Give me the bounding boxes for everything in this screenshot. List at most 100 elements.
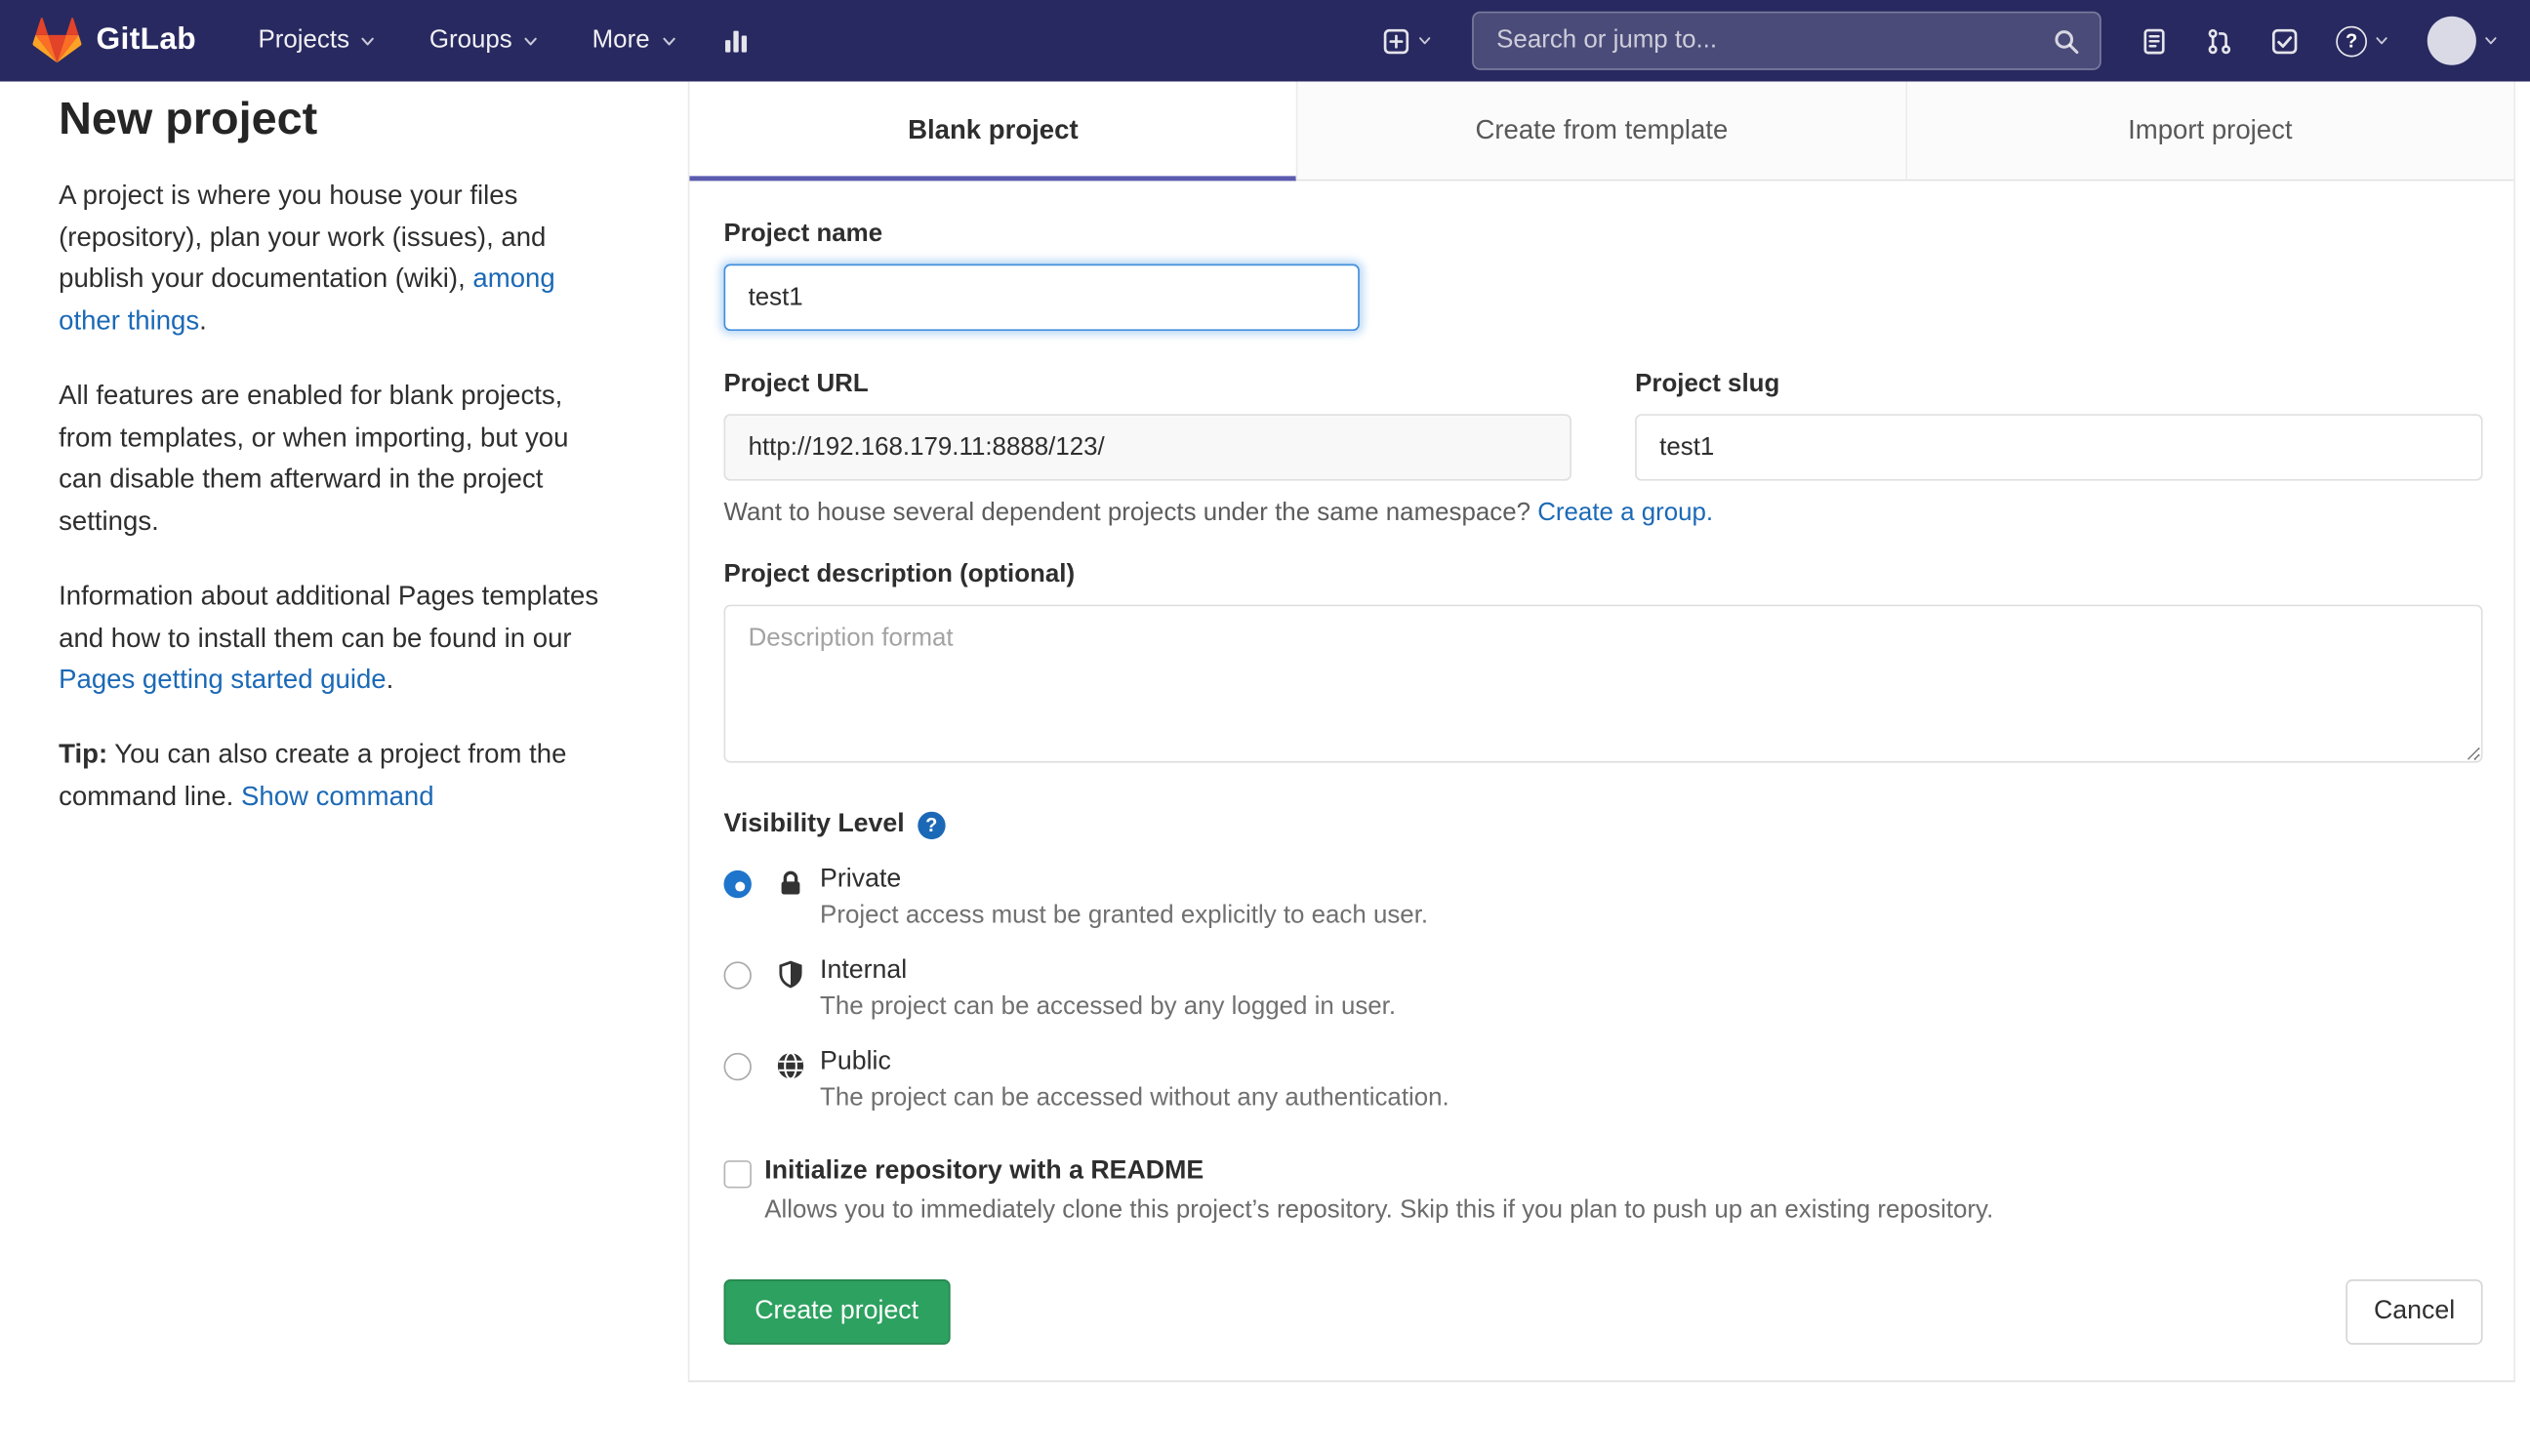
todo-check-icon [2270, 27, 2298, 55]
intro-p3-end: . [386, 665, 394, 696]
project-type-tabs: Blank project Create from template Impor… [689, 81, 2514, 182]
avatar [2427, 16, 2476, 65]
bar-chart-icon [721, 27, 749, 55]
navbar-right: ? [1371, 7, 2514, 75]
visibility-level-label: Visibility Level [723, 810, 905, 838]
analytics-button[interactable] [710, 18, 760, 64]
help-menu-button[interactable]: ? [2325, 16, 2401, 66]
nav-groups[interactable]: Groups [410, 15, 559, 66]
visibility-option-public: Public The project can be accessed witho… [723, 1048, 2483, 1113]
project-slug-label: Project slug [1635, 370, 1780, 398]
namespace-hint-text: Want to house several dependent projects… [723, 499, 1538, 527]
radio-public[interactable] [723, 1052, 752, 1081]
main-content: New project A project is where you house… [0, 81, 2530, 1383]
search-box[interactable] [1472, 11, 2102, 70]
tab-import-project-label: Import project [2128, 114, 2293, 144]
readme-description: Allows you to immediately clone this pro… [764, 1195, 1994, 1225]
create-a-group-link[interactable]: Create a group. [1537, 499, 1713, 526]
todos-button[interactable] [2260, 18, 2310, 64]
nav-more-label: More [592, 25, 650, 55]
project-url-label: Project URL [723, 370, 869, 398]
readme-checkbox[interactable] [723, 1160, 752, 1189]
project-url-select[interactable]: http://192.168.179.11:8888/123/ [723, 414, 1571, 481]
search-input[interactable] [1473, 13, 2101, 69]
intro-paragraph-2: All features are enabled for blank proje… [59, 381, 569, 537]
visibility-public-description: The project can be accessed without any … [820, 1083, 1449, 1112]
namespace-hint: Want to house several dependent projects… [724, 499, 2483, 528]
visibility-option-internal: Internal The project can be accessed by … [723, 956, 2483, 1022]
readme-label: Initialize repository with a README [764, 1156, 1204, 1186]
chevron-down-icon [522, 32, 540, 50]
project-name-input[interactable] [723, 263, 1360, 332]
plus-square-icon [1382, 27, 1409, 55]
issues-button[interactable] [2129, 18, 2180, 64]
readme-option: Initialize repository with a README Allo… [723, 1157, 2483, 1226]
top-navbar: GitLab Projects Groups More Search or ju… [0, 0, 2530, 82]
page-title: New project [59, 93, 318, 143]
url-slug-row: Project URL http://192.168.179.11:8888/1… [723, 370, 2483, 481]
project-description-label: Project description (optional) [723, 560, 1076, 588]
project-name-label: Project name [723, 220, 883, 248]
chevron-down-icon [1416, 32, 1433, 49]
tab-blank-project-label: Blank project [908, 114, 1079, 144]
nav-groups-label: Groups [428, 25, 512, 55]
readme-text: Initialize repository with a README Allo… [764, 1157, 1993, 1226]
gitlab-home-link[interactable]: GitLab [32, 17, 196, 65]
visibility-internal-name: Internal [820, 956, 908, 985]
search-icon [2053, 27, 2080, 55]
visibility-internal-description: The project can be accessed by any logge… [820, 992, 1397, 1021]
question-icon: ? [2336, 24, 2367, 57]
cancel-button[interactable]: Cancel [2346, 1279, 2483, 1345]
gitlab-new-project-page: GitLab Projects Groups More Search or ju… [0, 0, 2530, 1456]
nav-projects-label: Projects [258, 25, 350, 55]
visibility-private-name: Private [820, 865, 902, 894]
user-menu-button[interactable] [2416, 7, 2510, 75]
globe-icon [776, 1051, 805, 1080]
merge-request-icon [2206, 27, 2233, 55]
chevron-down-icon [359, 32, 377, 50]
primary-nav: Projects Groups More [238, 15, 760, 66]
new-project-panel: Blank project Create from template Impor… [687, 81, 2515, 1383]
radio-private[interactable] [723, 870, 752, 899]
merge-requests-button[interactable] [2194, 18, 2245, 64]
pages-getting-started-guide-link[interactable]: Pages getting started guide [59, 666, 387, 695]
project-description-textarea[interactable] [723, 604, 2483, 763]
intro-p1-end: . [199, 306, 207, 337]
chevron-down-icon [660, 32, 677, 50]
shield-icon [776, 960, 805, 990]
nav-projects[interactable]: Projects [238, 15, 396, 66]
visibility-public-text: Public The project can be accessed witho… [820, 1048, 1449, 1113]
project-slug-input[interactable] [1635, 414, 2483, 481]
intro-paragraph-1: A project is where you house your files … [59, 176, 608, 344]
visibility-public-name: Public [820, 1047, 891, 1076]
intro-paragraph-3: Information about additional Pages templ… [59, 577, 608, 703]
project-url-value: http://192.168.179.11:8888/123/ [748, 432, 1105, 461]
lock-icon [776, 869, 805, 898]
project-slug-field: Project slug [1635, 370, 2483, 481]
issues-icon [2141, 27, 2168, 55]
visibility-option-private: Private Project access must be granted e… [723, 866, 2483, 931]
form-actions: Create project Cancel [723, 1279, 2483, 1345]
intro-p3-text: Information about additional Pages templ… [59, 582, 599, 654]
tab-create-from-template[interactable]: Create from template [1296, 81, 1905, 180]
project-url-field: Project URL http://192.168.179.11:8888/1… [723, 370, 1571, 481]
tab-blank-project[interactable]: Blank project [689, 81, 1297, 182]
new-project-intro: New project A project is where you house… [0, 82, 688, 852]
new-project-form: Project name Project URL http://192.168.… [689, 181, 2513, 1380]
visibility-private-description: Project access must be granted explicitl… [820, 901, 1429, 929]
show-command-link[interactable]: Show command [241, 782, 434, 811]
brand-name: GitLab [96, 22, 197, 58]
new-menu-button[interactable] [1371, 18, 1445, 64]
visibility-internal-text: Internal The project can be accessed by … [820, 956, 1396, 1022]
tab-import-project[interactable]: Import project [1904, 81, 2514, 180]
radio-internal[interactable] [723, 961, 752, 990]
nav-more[interactable]: More [573, 15, 697, 66]
tab-create-from-template-label: Create from template [1475, 114, 1729, 144]
create-project-button[interactable]: Create project [723, 1279, 950, 1345]
intro-tip: Tip: You can also create a project from … [59, 735, 608, 819]
visibility-help-icon[interactable]: ? [918, 810, 946, 839]
visibility-level-header: Visibility Level ? [724, 810, 2483, 839]
tip-label: Tip: [59, 740, 108, 770]
chevron-down-icon [2374, 32, 2390, 49]
visibility-private-text: Private Project access must be granted e… [820, 866, 1428, 931]
